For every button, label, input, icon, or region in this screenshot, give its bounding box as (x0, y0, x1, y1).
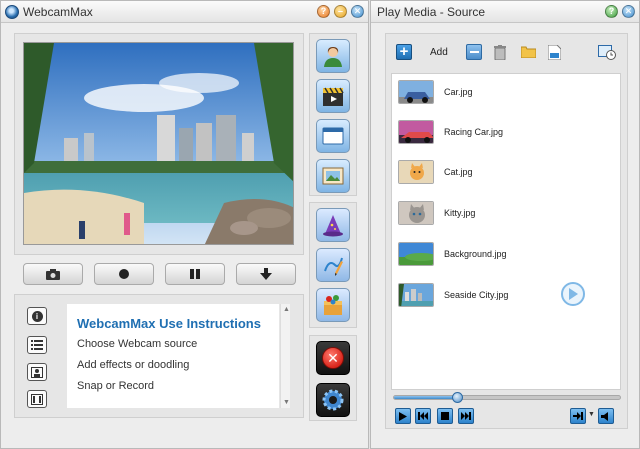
instruction-step: Choose Webcam source (77, 338, 198, 350)
list-icon (31, 340, 43, 350)
tab-info[interactable]: i (27, 307, 47, 325)
webcam-source-button[interactable] (316, 39, 350, 73)
media-name: Seaside City.jpg (444, 290, 509, 300)
wizard-hat-icon (323, 215, 343, 237)
seek-progress (394, 396, 458, 399)
doodle-button[interactable] (316, 248, 350, 282)
media-name: Racing Car.jpg (444, 127, 504, 137)
portrait-icon (31, 366, 43, 378)
speaker-icon (601, 411, 608, 421)
thumbnail (398, 242, 434, 266)
close-icon[interactable]: ✕ (351, 5, 364, 18)
list-item[interactable]: Racing Car.jpg (398, 118, 503, 146)
pause-icon (190, 269, 200, 279)
schedule-icon[interactable] (598, 44, 616, 60)
instruction-step: Snap or Record (77, 380, 155, 392)
download-button[interactable] (236, 263, 296, 285)
stop-icon: ✕ (322, 347, 344, 369)
window-icon (322, 127, 344, 145)
play-mode-button[interactable] (570, 408, 586, 424)
play-overlay-icon[interactable] (561, 282, 585, 306)
user-avatar-icon (324, 47, 342, 67)
thumbnail (398, 201, 434, 225)
list-item[interactable]: Seaside City.jpg (398, 281, 508, 309)
doodle-pencil-icon (324, 257, 343, 276)
thumbnail (398, 160, 434, 184)
record-button[interactable] (94, 263, 154, 285)
exit-button[interactable]: ✕ (316, 341, 350, 375)
download-arrow-icon (260, 268, 272, 280)
trash-icon[interactable] (492, 44, 508, 60)
snapshot-button[interactable] (23, 263, 83, 285)
open-folder-icon[interactable] (520, 44, 536, 60)
screen-capture-button[interactable] (316, 119, 350, 153)
play-icon (399, 411, 407, 421)
stop-square-icon (441, 412, 449, 420)
play-mode-dropdown-icon[interactable]: ▼ (588, 411, 595, 418)
webcam-preview-image (24, 43, 293, 244)
play-to-end-icon (573, 412, 583, 420)
window-title: WebcamMax (23, 5, 93, 19)
settings-button[interactable] (316, 383, 350, 417)
camera-icon (46, 269, 60, 280)
thumbnail (398, 120, 434, 144)
instruction-step: Add effects or doodling (77, 359, 190, 371)
effects-box-button[interactable] (316, 288, 350, 322)
effects-box-icon (324, 295, 342, 315)
media-name: Kitty.jpg (444, 208, 476, 218)
media-clapper-icon (323, 87, 344, 106)
tab-film[interactable] (27, 390, 47, 408)
media-name: Cat.jpg (444, 167, 473, 177)
instructions-scrollbar[interactable]: ▲ ▼ (280, 304, 290, 408)
picture-source-button[interactable] (316, 159, 350, 193)
info-icon: i (31, 310, 43, 322)
close-icon[interactable]: ✕ (622, 5, 635, 18)
remove-icon[interactable] (466, 44, 482, 60)
volume-button[interactable] (598, 408, 614, 424)
tab-portrait[interactable] (27, 363, 47, 381)
pause-button[interactable] (165, 263, 225, 285)
play-media-button[interactable] (316, 79, 350, 113)
next-button[interactable] (458, 408, 474, 424)
list-item[interactable]: Cat.jpg (398, 158, 473, 186)
stop-button[interactable] (437, 408, 453, 424)
media-name: Car.jpg (444, 87, 473, 97)
add-label[interactable]: Add (430, 47, 448, 58)
help-icon[interactable]: ? (317, 5, 330, 18)
seek-bar[interactable] (393, 392, 621, 403)
list-item[interactable]: Background.jpg (398, 240, 507, 268)
add-icon[interactable]: + (396, 44, 412, 60)
webcam-preview (23, 42, 294, 245)
skip-back-icon (418, 412, 428, 420)
window-title: Play Media - Source (377, 5, 486, 19)
webcam-logo-icon (5, 5, 19, 19)
effects-wizard-button[interactable] (316, 208, 350, 242)
picture-icon (322, 167, 344, 185)
titlebar[interactable]: Play Media - Source ? ✕ (371, 1, 639, 23)
thumbnail (398, 283, 434, 307)
media-name: Background.jpg (444, 249, 507, 259)
skip-forward-icon (461, 412, 471, 420)
instructions-box: WebcamMax Use Instructions Choose Webcam… (67, 304, 279, 408)
film-icon (31, 393, 43, 405)
list-item[interactable]: Kitty.jpg (398, 199, 475, 227)
save-list-icon[interactable] (546, 44, 562, 60)
help-icon[interactable]: ? (605, 5, 618, 18)
play-button[interactable] (395, 408, 411, 424)
minimize-icon[interactable]: – (334, 5, 347, 18)
thumbnail (398, 80, 434, 104)
scroll-up-arrow-icon[interactable]: ▲ (283, 306, 290, 313)
titlebar[interactable]: WebcamMax ? – ✕ (1, 1, 368, 23)
instructions-title: WebcamMax Use Instructions (77, 316, 261, 331)
previous-button[interactable] (415, 408, 431, 424)
scroll-down-arrow-icon[interactable]: ▼ (283, 399, 290, 406)
settings-gear-icon (322, 389, 344, 411)
tab-list[interactable] (27, 336, 47, 354)
record-icon (119, 269, 129, 279)
list-item[interactable]: Car.jpg (398, 78, 473, 106)
